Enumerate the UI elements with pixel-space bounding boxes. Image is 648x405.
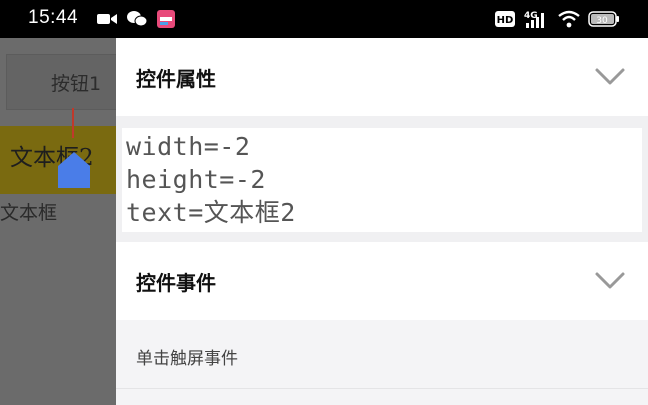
properties-list[interactable]: width=-2 height=-2 text=文本框2	[122, 128, 642, 232]
cursor-handle-icon[interactable]	[58, 152, 90, 188]
properties-section-header[interactable]: 控件属性	[116, 38, 648, 116]
svg-text:30: 30	[596, 16, 608, 26]
textbox3-label[interactable]: 文本框	[0, 198, 57, 225]
properties-panel: 控件属性 width=-2 height=-2 text=文本框2 控件事件 单…	[116, 38, 648, 405]
events-section-header[interactable]: 控件事件	[116, 242, 648, 320]
properties-title: 控件属性	[136, 67, 216, 91]
wechat-icon	[126, 10, 148, 28]
button1-label: 按钮1	[51, 73, 102, 95]
chevron-down-icon[interactable]	[594, 270, 626, 292]
video-icon	[96, 11, 118, 27]
wifi-icon	[558, 10, 580, 28]
battery-icon: 30	[588, 10, 620, 28]
divider	[116, 388, 648, 389]
property-width: width=-2	[126, 132, 251, 161]
status-time: 15:44	[28, 7, 79, 28]
chevron-down-icon[interactable]	[594, 66, 626, 88]
hd-icon: HD	[494, 10, 516, 28]
4g-signal-icon: 4G	[524, 9, 550, 29]
event-item-tap[interactable]: 单击触屏事件	[136, 344, 238, 369]
property-height: height=-2	[126, 165, 266, 194]
status-bar: 15:44 HD 4G 30	[0, 0, 648, 38]
background-app: 按钮1 文本框2 文本框	[0, 38, 116, 405]
property-text: text=文本框2	[126, 198, 296, 227]
events-list: 单击触屏事件	[116, 320, 648, 405]
events-title: 控件事件	[136, 271, 216, 295]
button1[interactable]: 按钮1	[6, 54, 116, 110]
svg-text:HD: HD	[497, 15, 514, 26]
text-cursor	[72, 108, 74, 138]
svg-text:4G: 4G	[524, 11, 538, 21]
app-notification-icon	[156, 9, 176, 29]
